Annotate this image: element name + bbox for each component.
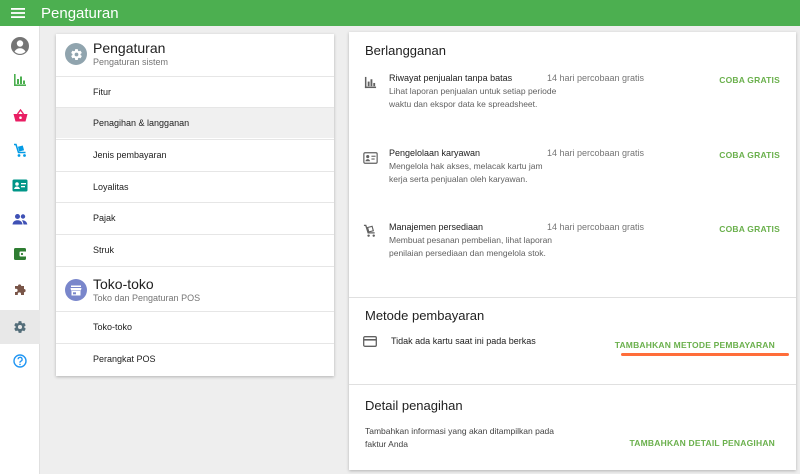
basket-icon [13, 108, 27, 121]
account-circle-icon [11, 37, 29, 55]
sub-row-title: Pengelolaan karyawan [389, 148, 481, 158]
payment-method-title: Metode pembayaran [365, 308, 485, 323]
badge-icon [362, 152, 378, 164]
gear-icon [70, 48, 82, 60]
stores-item-pos-devices[interactable]: Perangkat POS [56, 343, 334, 374]
sub-row-trial: 14 hari percobaan gratis [547, 73, 645, 83]
people-icon [12, 214, 28, 225]
stores-item-stores[interactable]: Toko-toko [56, 311, 334, 342]
store-icon [70, 285, 82, 295]
sub-row-icon [362, 150, 378, 166]
highlight-underline [621, 353, 789, 356]
settings-section-header: Pengaturan Pengaturan sistem [56, 34, 334, 76]
payment-row-icon [362, 333, 378, 349]
sub-row-trial: 14 hari percobaan gratis [547, 222, 645, 232]
settings-item-taxes[interactable]: Pajak [56, 202, 334, 233]
settings-item-payment-types[interactable]: Jenis pembayaran [56, 139, 334, 170]
sub-row-title: Riwayat penjualan tanpa batas [389, 73, 513, 83]
settings-item-loyalty[interactable]: Loyalitas [56, 171, 334, 202]
settings-avatar [65, 43, 87, 65]
wallet-icon [14, 248, 27, 260]
sub-row-icon [362, 74, 378, 90]
settings-nav-card: Pengaturan Pengaturan sistem Fitur Penag… [56, 34, 334, 376]
rail-item-inventory[interactable] [0, 133, 40, 167]
try-free-button-employees[interactable]: COBA GRATIS [719, 150, 780, 160]
rail-item-integrations[interactable] [0, 237, 40, 271]
section-divider [349, 297, 796, 298]
billing-content-card: Berlangganan Riwayat penjualan tanpa bat… [349, 32, 796, 470]
badge-icon [12, 179, 28, 191]
cart-icon [363, 224, 375, 237]
stores-section-title: Toko-toko [93, 276, 154, 292]
rail-item-settings[interactable] [0, 310, 40, 344]
add-billing-details-button[interactable]: TAMBAHKAN DETAIL PENAGIHAN [630, 438, 775, 448]
sub-row-desc: Membuat pesanan pembelian, lihat laporan… [389, 235, 553, 258]
settings-item-label: Jenis pembayaran [93, 150, 167, 160]
section-divider [349, 384, 796, 385]
sub-row-title: Manajemen persediaan [389, 222, 484, 232]
menu-icon [11, 8, 25, 18]
stores-avatar [65, 279, 87, 301]
rail-item-customers[interactable] [0, 202, 40, 236]
subscriptions-title: Berlangganan [365, 43, 446, 58]
app-bar: Pengaturan [0, 0, 800, 26]
settings-item-billing[interactable]: Penagihan & langganan [56, 107, 334, 138]
sub-row-desc: Mengelola hak akses, melacak kartu jam k… [389, 161, 543, 184]
settings-item-label: Penagihan & langganan [93, 118, 190, 128]
sub-row-trial: 14 hari percobaan gratis [547, 148, 645, 158]
rail-item-help[interactable] [0, 344, 40, 378]
page-title: Pengaturan [41, 4, 119, 22]
bar-chart-icon [364, 76, 376, 88]
stores-section-header: Toko-toko Toko dan Pengaturan POS [56, 266, 334, 308]
settings-item-receipts[interactable]: Struk [56, 234, 334, 265]
settings-item-label: Fitur [93, 87, 111, 97]
stores-item-label: Toko-toko [93, 322, 133, 332]
settings-item-label: Pajak [93, 213, 116, 223]
puzzle-icon [15, 284, 26, 295]
rail-item-employees[interactable] [0, 168, 40, 202]
stores-section-subtitle: Toko dan Pengaturan POS [93, 293, 201, 303]
gear-icon [14, 321, 26, 333]
rail-item-sales[interactable] [0, 98, 40, 132]
try-free-button-inventory[interactable]: COBA GRATIS [719, 224, 780, 234]
credit-card-icon [363, 335, 377, 347]
cart-icon [13, 143, 26, 157]
settings-item-label: Loyalitas [93, 182, 129, 192]
settings-item-label: Struk [93, 245, 115, 255]
try-free-button-sales-history[interactable]: COBA GRATIS [719, 75, 780, 85]
menu-button[interactable] [0, 0, 36, 26]
settings-section-title: Pengaturan [93, 40, 166, 56]
nav-rail [0, 26, 40, 474]
help-icon [13, 354, 27, 368]
sub-row-icon [362, 223, 378, 239]
rail-item-apps[interactable] [0, 272, 40, 306]
billing-details-title: Detail penagihan [365, 398, 463, 413]
add-payment-method-button[interactable]: TAMBAHKAN METODE PEMBAYARAN [615, 340, 775, 350]
settings-item-features[interactable]: Fitur [56, 76, 334, 107]
stores-item-label: Perangkat POS [93, 354, 156, 364]
bar-chart-icon [14, 74, 26, 86]
no-card-text: Tidak ada kartu saat ini pada berkas [391, 336, 536, 346]
rail-item-account[interactable] [0, 29, 40, 63]
billing-details-desc: Tambahkan informasi yang akan ditampilka… [365, 426, 555, 449]
sub-row-desc: Lihat laporan penjualan untuk setiap per… [389, 86, 557, 109]
rail-item-reports[interactable] [0, 63, 40, 97]
settings-section-subtitle: Pengaturan sistem [93, 57, 169, 67]
